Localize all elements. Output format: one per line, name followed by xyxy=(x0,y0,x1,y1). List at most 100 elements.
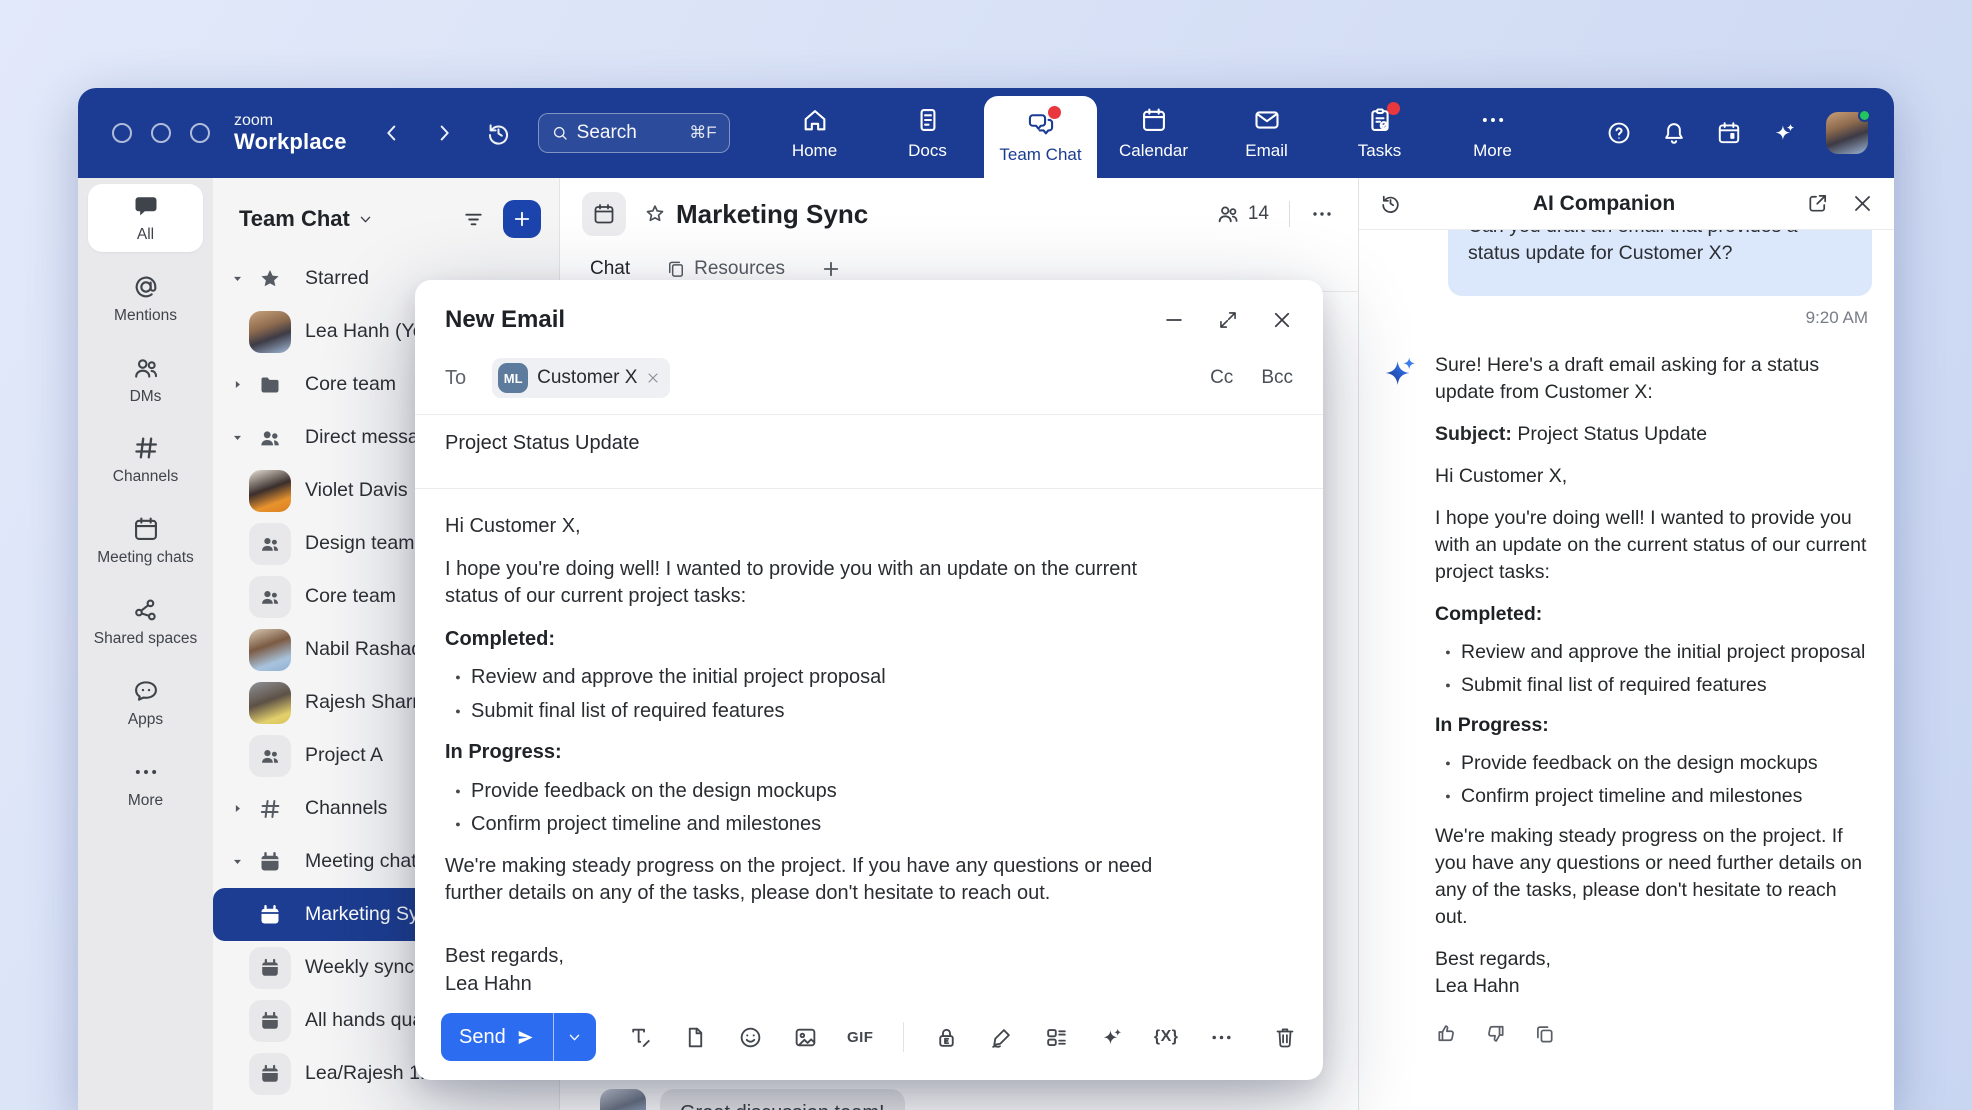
thumbdown-icon[interactable] xyxy=(1484,1022,1507,1045)
emoji-icon[interactable] xyxy=(738,1025,763,1050)
send-button[interactable]: Send xyxy=(441,1013,553,1061)
email-body-editor[interactable]: Hi Customer X, I hope you're doing well!… xyxy=(415,489,1323,998)
topbar: zoom Workplace Search ⌘F HomeDocsTeam Ch… xyxy=(78,88,1894,178)
filter-icon[interactable] xyxy=(462,208,485,231)
search-icon xyxy=(551,124,569,142)
rail-item-dms[interactable]: DMs xyxy=(88,346,203,414)
history-icon[interactable] xyxy=(485,120,512,147)
add-tab-icon[interactable] xyxy=(821,259,841,279)
nav-tab-home[interactable]: Home xyxy=(758,88,871,178)
calsolid-icon xyxy=(249,894,291,936)
members-count[interactable]: 14 xyxy=(1216,202,1269,226)
new-chat-button[interactable] xyxy=(503,200,541,238)
calendar-date-icon[interactable] xyxy=(1716,120,1742,146)
send-options-button[interactable] xyxy=(554,1013,596,1061)
expand-icon[interactable] xyxy=(1217,309,1239,331)
new-email-modal: New Email To ML Customer X Cc Bcc Projec… xyxy=(415,280,1323,1080)
tab-chat[interactable]: Chat xyxy=(590,258,630,280)
discard-draft-icon[interactable] xyxy=(1273,1025,1297,1049)
star-outline-icon[interactable] xyxy=(644,203,666,225)
chat-list-title[interactable]: Team Chat xyxy=(239,206,350,232)
open-in-new-icon[interactable] xyxy=(1806,192,1829,215)
history-icon[interactable] xyxy=(1379,192,1402,215)
recipient-name: Customer X xyxy=(537,367,637,389)
ai-closing: We're making steady progress on the proj… xyxy=(1435,823,1872,931)
gif-icon[interactable]: GIF xyxy=(848,1025,873,1050)
email-inprogress-heading: In Progress: xyxy=(445,739,1293,767)
bullet-item: ●Submit final list of required features xyxy=(445,698,1293,726)
peoplefill-icon xyxy=(249,523,291,565)
email-intro: I hope you're doing well! I wanted to pr… xyxy=(445,556,1157,611)
cc-button[interactable]: Cc xyxy=(1210,367,1233,389)
ai-response: Sure! Here's a draft email asking for a … xyxy=(1381,352,1872,1000)
window-controls[interactable] xyxy=(112,123,210,143)
nav-tab-team-chat[interactable]: Team Chat xyxy=(984,96,1097,178)
help-icon[interactable] xyxy=(1606,120,1632,146)
rail-item-more[interactable]: More xyxy=(88,750,203,818)
calsolid-icon xyxy=(249,841,291,883)
recipient-chip[interactable]: ML Customer X xyxy=(492,358,670,398)
nav-tab-email[interactable]: Email xyxy=(1210,88,1323,178)
nav-tab-more[interactable]: More xyxy=(1436,88,1549,178)
caret-down-icon[interactable] xyxy=(227,852,247,872)
search-shortcut: ⌘F xyxy=(689,123,716,143)
minimize-icon[interactable] xyxy=(1163,309,1185,331)
tasks-icon xyxy=(1366,106,1394,134)
rail-item-channels[interactable]: Channels xyxy=(88,426,203,494)
notifications-bell-icon[interactable] xyxy=(1661,120,1687,146)
ai-sparkle-icon[interactable] xyxy=(1771,120,1797,146)
chevron-down-icon[interactable] xyxy=(358,212,373,227)
dots-icon[interactable] xyxy=(1209,1025,1234,1050)
sparkle-icon[interactable] xyxy=(1099,1025,1124,1050)
presence-dot xyxy=(1858,109,1871,122)
file-icon[interactable] xyxy=(683,1025,708,1050)
rail-item-all[interactable]: All xyxy=(88,184,203,252)
ai-companion-panel: AI Companion Can you draft an email that… xyxy=(1358,178,1894,1110)
nav-tab-docs[interactable]: Docs xyxy=(871,88,984,178)
caret-right-icon[interactable] xyxy=(227,375,247,395)
search-input[interactable]: Search ⌘F xyxy=(538,113,730,153)
message-avatar[interactable] xyxy=(600,1089,646,1110)
image-icon[interactable] xyxy=(793,1025,818,1050)
minimize-window-icon[interactable] xyxy=(151,123,171,143)
caret-down-icon[interactable] xyxy=(227,269,247,289)
user-avatar[interactable] xyxy=(1826,112,1868,154)
rail-item-apps[interactable]: Apps xyxy=(88,669,203,737)
maximize-window-icon[interactable] xyxy=(190,123,210,143)
lock-icon[interactable] xyxy=(934,1025,959,1050)
nav-tab-calendar[interactable]: Calendar xyxy=(1097,88,1210,178)
caret-right-icon[interactable] xyxy=(227,799,247,819)
layout-icon[interactable] xyxy=(1044,1025,1069,1050)
to-field[interactable]: To ML Customer X Cc Bcc xyxy=(415,334,1323,398)
thumbup-icon[interactable] xyxy=(1435,1022,1458,1045)
logo-line2: Workplace xyxy=(234,130,347,153)
signature-icon[interactable] xyxy=(989,1025,1014,1050)
toolbar-divider xyxy=(903,1022,904,1052)
tab-resources[interactable]: Resources xyxy=(666,258,785,280)
forward-icon[interactable] xyxy=(433,122,455,144)
starfill-icon xyxy=(249,258,291,300)
format-icon[interactable] xyxy=(628,1025,653,1050)
rail-item-mentions[interactable]: Mentions xyxy=(88,265,203,333)
rail-item-shared-spaces[interactable]: Shared spaces xyxy=(88,588,203,656)
close-window-icon[interactable] xyxy=(112,123,132,143)
bullet-item: ●Provide feedback on the design mockups xyxy=(445,778,1293,806)
remove-recipient-icon[interactable] xyxy=(646,371,660,385)
braces-icon[interactable]: {X} xyxy=(1154,1025,1179,1050)
back-icon[interactable] xyxy=(381,122,403,144)
ai-feedback-row xyxy=(1435,1022,1872,1045)
bullet-item: ●Review and approve the initial project … xyxy=(1435,639,1872,666)
nav-tab-tasks[interactable]: Tasks xyxy=(1323,88,1436,178)
close-icon[interactable] xyxy=(1271,309,1293,331)
rail-item-meeting-chats[interactable]: Meeting chats xyxy=(88,507,203,575)
email-closing: We're making steady progress on the proj… xyxy=(445,853,1157,908)
more-options-icon[interactable] xyxy=(1310,202,1334,226)
bcc-button[interactable]: Bcc xyxy=(1261,367,1293,389)
ai-inprogress-heading: In Progress: xyxy=(1435,712,1872,739)
subject-field[interactable]: Project Status Update xyxy=(415,415,1323,472)
ai-inprogress-list: ●Provide feedback on the design mockups●… xyxy=(1435,750,1872,810)
calendar-icon xyxy=(1140,106,1168,134)
copy-icon[interactable] xyxy=(1533,1022,1556,1045)
caret-down-icon[interactable] xyxy=(227,428,247,448)
close-panel-icon[interactable] xyxy=(1851,192,1874,215)
